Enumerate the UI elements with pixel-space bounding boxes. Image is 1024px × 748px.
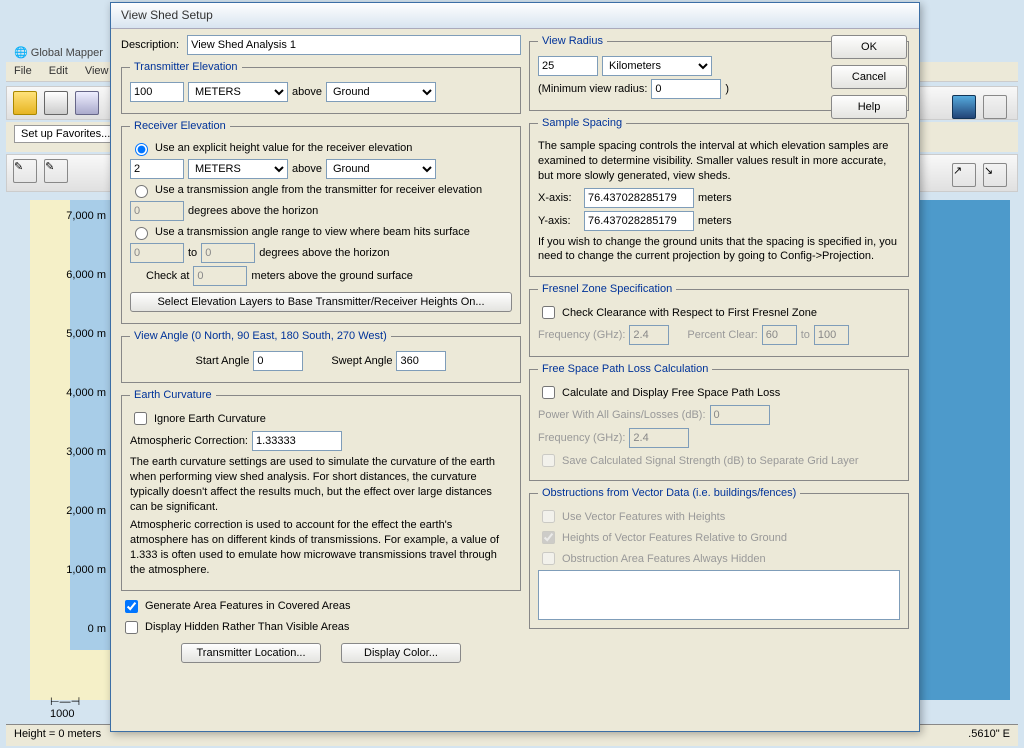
viewshed-dialog: View Shed Setup Description: Transmitter… (110, 2, 920, 732)
erase-icon[interactable]: ✎ (44, 159, 68, 183)
receiver-value-input[interactable] (130, 159, 184, 179)
description-input[interactable] (187, 35, 521, 55)
receiver-opt-angle-radio[interactable] (135, 185, 148, 198)
print-icon[interactable] (75, 91, 99, 115)
fresnel-pct-to-input (814, 325, 849, 345)
arrows-icon[interactable] (983, 95, 1007, 119)
transmitter-location-button[interactable]: Transmitter Location... (181, 643, 321, 663)
dialog-title: View Shed Setup (111, 3, 919, 29)
fspl-group: Free Space Path Loss Calculation Calcula… (529, 363, 909, 481)
obstruction-list[interactable] (538, 570, 900, 620)
help-button[interactable]: Help (831, 95, 907, 119)
status-height: Height = 0 meters (14, 728, 101, 743)
select-elevation-layers-button[interactable]: Select Elevation Layers to Base Transmit… (130, 292, 512, 312)
menu-view[interactable]: View (85, 65, 109, 77)
obstruction-group: Obstructions from Vector Data (i.e. buil… (529, 487, 909, 629)
fresnel-group: Fresnel Zone Specification Check Clearan… (529, 283, 909, 357)
receiver-above-select[interactable]: Ground (326, 159, 436, 179)
receiver-opt-explicit-radio[interactable] (135, 143, 148, 156)
receiver-check-input (193, 266, 247, 286)
tool-a-icon[interactable]: ↗ (952, 163, 976, 187)
min-view-radius-input[interactable] (651, 79, 721, 99)
description-label: Description: (121, 39, 179, 51)
receiver-opt-range-radio[interactable] (135, 227, 148, 240)
status-coords: .5610" E (968, 728, 1010, 743)
tool-b-icon[interactable]: ↘ (983, 163, 1007, 187)
earth-note-1: The earth curvature settings are used to… (130, 455, 512, 514)
fspl-save-checkbox (542, 454, 555, 467)
receiver-angle-input (130, 201, 184, 221)
favorites-label[interactable]: Set up Favorites... (14, 125, 117, 143)
receiver-range-to-input (201, 243, 255, 263)
scale-bar: ⊢—⊣1000 (50, 695, 80, 720)
atmospheric-correction-input[interactable] (252, 431, 342, 451)
monitor-icon[interactable] (952, 95, 976, 119)
fresnel-freq-input (629, 325, 669, 345)
view-radius-unit-select[interactable]: Kilometers (602, 56, 712, 76)
transmitter-above-select[interactable]: Ground (326, 82, 436, 102)
menu-edit[interactable]: Edit (49, 65, 68, 77)
receiver-elevation-group: Receiver Elevation Use an explicit heigh… (121, 120, 521, 324)
save-icon[interactable] (44, 91, 68, 115)
transmitter-unit-select[interactable]: METERS (188, 82, 288, 102)
elevation-scale: 7,000 m 6,000 m 5,000 m 4,000 m 3,000 m … (30, 210, 110, 682)
generate-covered-checkbox[interactable] (125, 600, 138, 613)
view-angle-group: View Angle (0 North, 90 East, 180 South,… (121, 330, 521, 383)
open-icon[interactable] (13, 91, 37, 115)
fresnel-pct-from-input (762, 325, 797, 345)
fspl-freq-input (629, 428, 689, 448)
sample-x-input[interactable] (584, 188, 694, 208)
view-radius-input[interactable] (538, 56, 598, 76)
sample-y-input[interactable] (584, 211, 694, 231)
transmitter-elevation-group: Transmitter Elevation METERS above Groun… (121, 61, 521, 114)
menu-file[interactable]: File (14, 65, 32, 77)
display-hidden-checkbox[interactable] (125, 621, 138, 634)
earth-curvature-group: Earth Curvature Ignore Earth Curvature A… (121, 389, 521, 591)
earth-note-2: Atmospheric correction is used to accoun… (130, 518, 512, 577)
receiver-range-from-input (130, 243, 184, 263)
fresnel-check-checkbox[interactable] (542, 306, 555, 319)
obstruction-opt1-checkbox (542, 510, 555, 523)
start-angle-input[interactable] (253, 351, 303, 371)
receiver-unit-select[interactable]: METERS (188, 159, 288, 179)
swept-angle-input[interactable] (396, 351, 446, 371)
draw-icon[interactable]: ✎ (13, 159, 37, 183)
sample-spacing-group: Sample Spacing The sample spacing contro… (529, 117, 909, 277)
ok-button[interactable]: OK (831, 35, 907, 59)
cancel-button[interactable]: Cancel (831, 65, 907, 89)
display-color-button[interactable]: Display Color... (341, 643, 461, 663)
fspl-power-input (710, 405, 770, 425)
obstruction-opt3-checkbox (542, 552, 555, 565)
fspl-calc-checkbox[interactable] (542, 386, 555, 399)
ignore-curvature-checkbox[interactable] (134, 412, 147, 425)
obstruction-opt2-checkbox (542, 531, 555, 544)
transmitter-value-input[interactable] (130, 82, 184, 102)
